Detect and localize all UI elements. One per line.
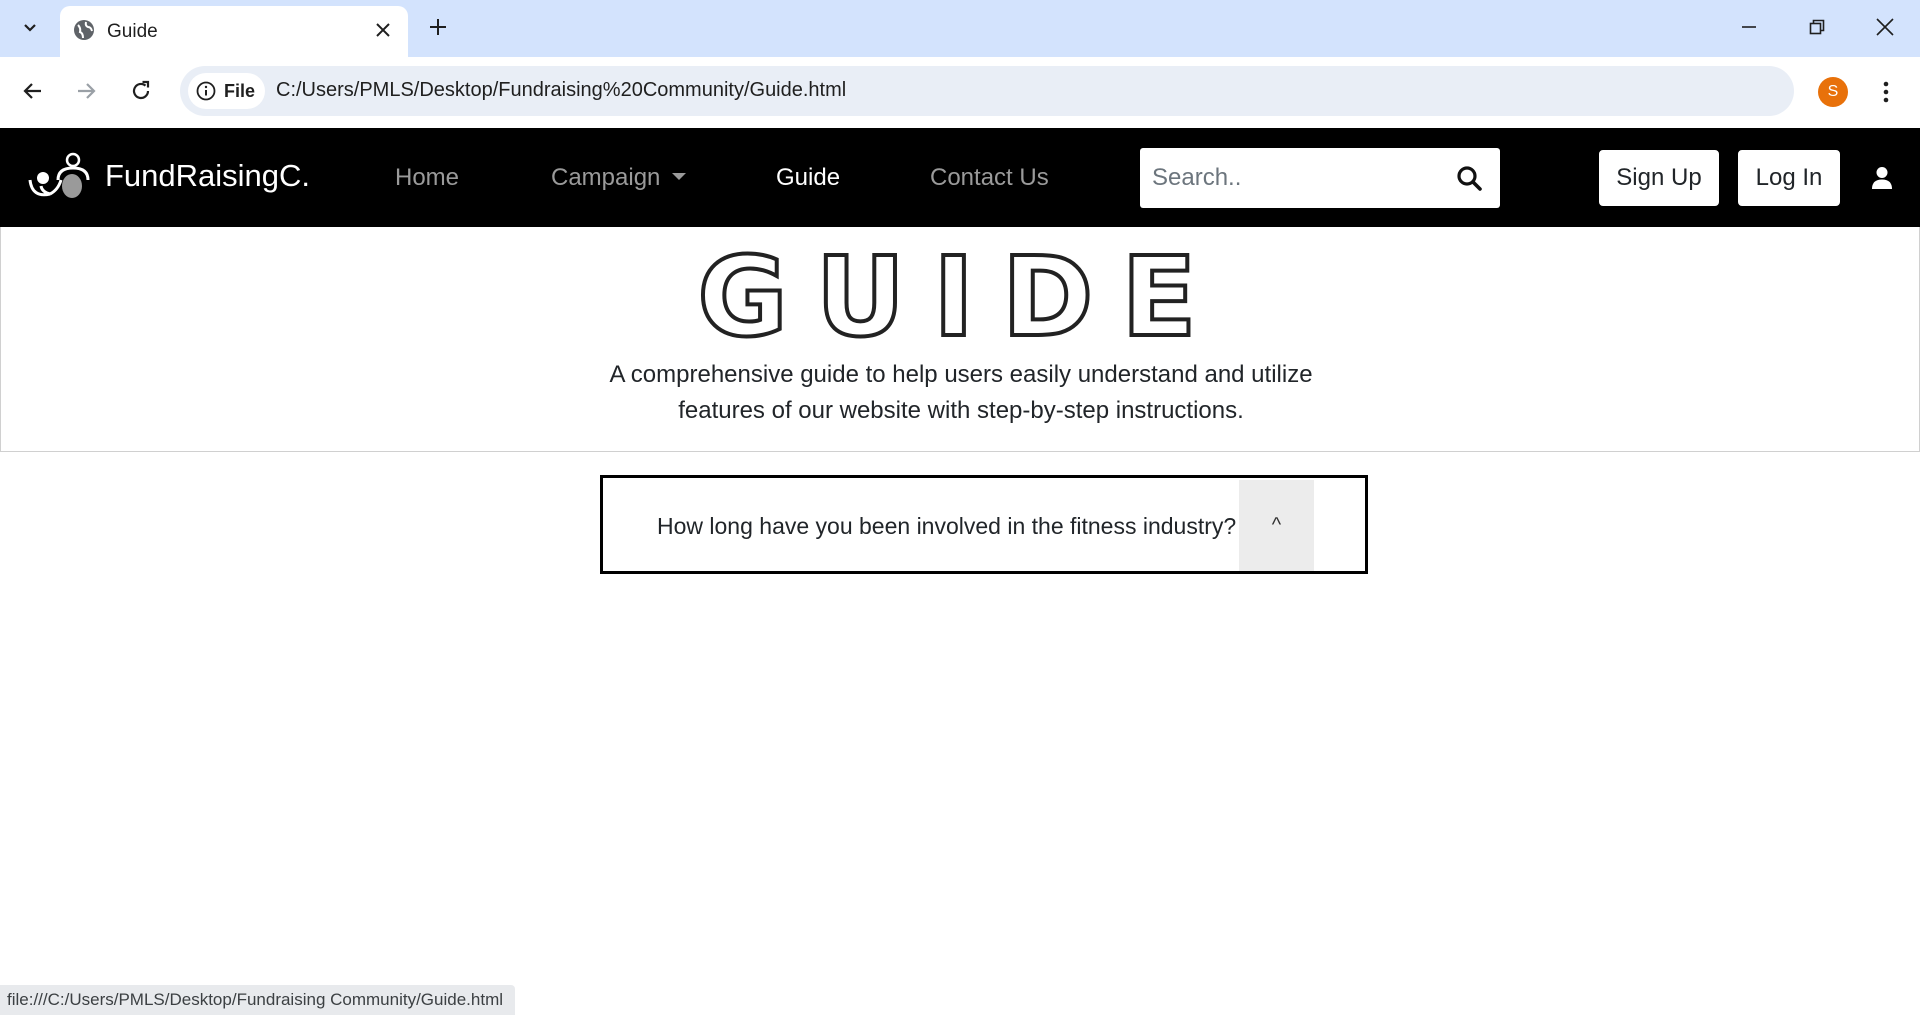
hero-section: GUIDE A comprehensive guide to help user… [0, 227, 1920, 452]
back-button[interactable] [13, 71, 53, 111]
tab-search-button[interactable] [10, 9, 50, 45]
search-box [1140, 148, 1500, 208]
forward-arrow-icon [78, 83, 96, 99]
tab-title: Guide [107, 21, 158, 42]
new-tab-button[interactable] [422, 11, 454, 43]
address-bar[interactable]: File C:/Users/PMLS/Desktop/Fundraising%2… [180, 66, 1794, 116]
search-button[interactable] [1450, 160, 1488, 196]
status-bar-url: file:///C:/Users/PMLS/Desktop/Fundraisin… [0, 985, 516, 1015]
minimize-icon [1742, 26, 1756, 28]
nav-link-campaign[interactable]: Campaign [551, 164, 687, 192]
url-text[interactable]: C:/Users/PMLS/Desktop/Fundraising%20Comm… [276, 79, 846, 102]
window-close-icon [1876, 18, 1894, 36]
reload-icon [132, 80, 150, 100]
bookmark-button[interactable] [1914, 74, 1920, 108]
nav-link-campaign-label: Campaign [551, 164, 661, 191]
kebab-menu-icon [1883, 81, 1889, 103]
forward-button[interactable] [66, 71, 106, 111]
browser-tabstrip: Guide [0, 0, 1920, 57]
faq-question[interactable]: How long have you been involved in the f… [657, 513, 1236, 540]
back-arrow-icon [23, 83, 41, 99]
site-navbar: FundRaisingC. Home Campaign Guide Contac… [0, 128, 1920, 227]
user-icon[interactable] [1868, 166, 1896, 190]
reload-button[interactable] [121, 71, 161, 111]
info-icon [196, 81, 216, 101]
login-button[interactable]: Log In [1738, 150, 1840, 206]
profile-avatar[interactable]: S [1818, 77, 1848, 107]
brand-name[interactable]: FundRaisingC. [105, 158, 310, 194]
search-input[interactable] [1152, 148, 1442, 208]
nav-link-guide[interactable]: Guide [776, 164, 840, 192]
close-icon [376, 23, 390, 37]
signup-button[interactable]: Sign Up [1599, 150, 1719, 206]
tab-close-button[interactable] [370, 17, 396, 43]
search-icon [1457, 166, 1482, 191]
caret-down-icon [672, 173, 687, 180]
site-chip-label: File [224, 80, 256, 101]
hero-description: A comprehensive guide to help users easi… [609, 361, 1313, 424]
faq-toggle-button[interactable]: ^ [1239, 480, 1314, 571]
restore-icon [1809, 19, 1825, 35]
page-title-text: GUIDE [698, 243, 1225, 343]
globe-icon [74, 20, 94, 40]
site-info-chip[interactable]: File [188, 73, 266, 109]
tab-search-icon [24, 24, 36, 32]
plus-icon [430, 19, 446, 35]
restore-button[interactable] [1783, 0, 1851, 54]
page-title: GUIDE [696, 243, 1225, 343]
browser-tab-active[interactable]: Guide [60, 6, 408, 57]
window-close-button[interactable] [1851, 0, 1919, 54]
browser-menu-button[interactable] [1872, 73, 1900, 111]
faq-item[interactable]: How long have you been involved in the f… [600, 475, 1368, 574]
minimize-button[interactable] [1715, 0, 1783, 54]
nav-link-home[interactable]: Home [395, 164, 459, 192]
nav-link-contact[interactable]: Contact Us [930, 164, 1049, 192]
brand-logo-icon[interactable] [28, 150, 90, 202]
browser-toolbar: File C:/Users/PMLS/Desktop/Fundraising%2… [0, 57, 1920, 128]
